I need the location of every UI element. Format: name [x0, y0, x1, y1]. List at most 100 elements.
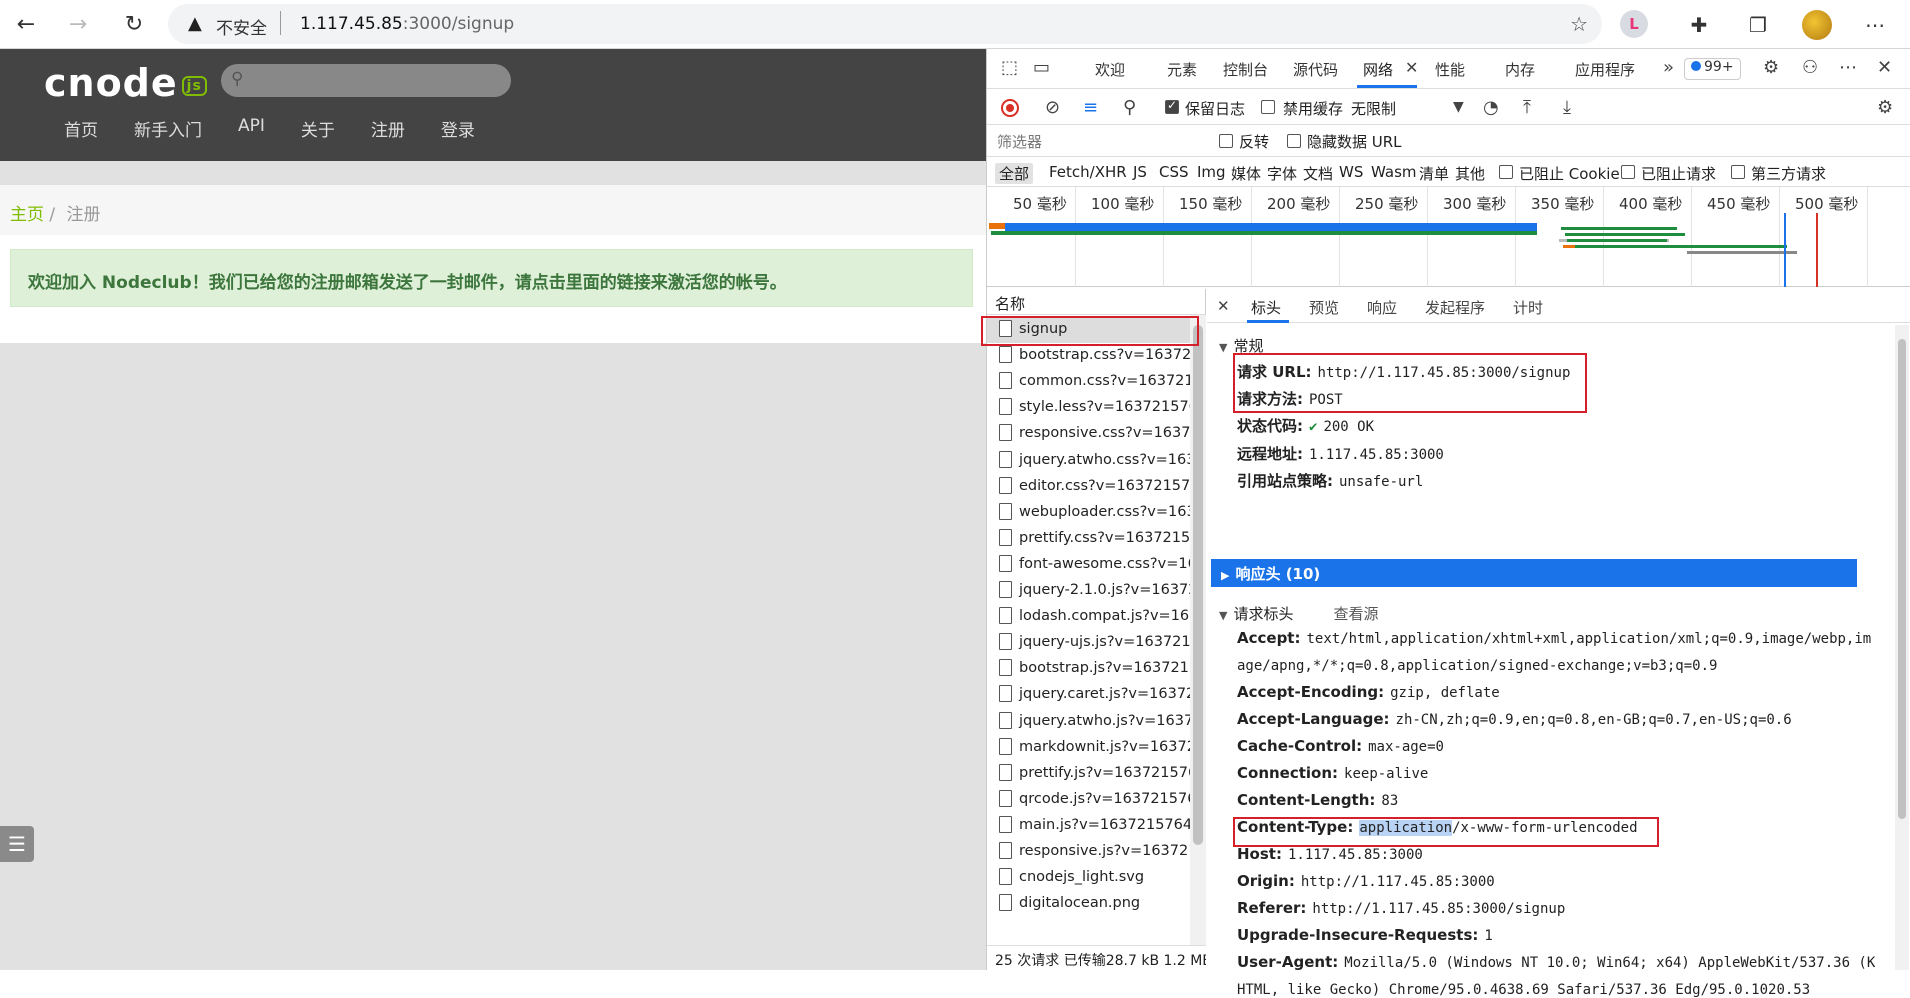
request-row[interactable]: bootstrap.css?v=1637215764643 — [987, 343, 1190, 369]
request-headers-header[interactable]: ▼ 请求标头 查看源 — [1219, 603, 1379, 624]
tab-welcome[interactable]: 欢迎 — [1095, 59, 1125, 80]
chevron-down-icon[interactable]: ▼ — [1453, 99, 1464, 115]
type-media[interactable]: 媒体 — [1231, 163, 1261, 184]
favorite-star-icon[interactable]: ☆ — [1570, 12, 1588, 36]
close-devtools-icon[interactable]: ✕ — [1877, 57, 1892, 78]
disable-cache-checkbox[interactable] — [1261, 100, 1275, 114]
tab-performance[interactable]: 性能 — [1435, 59, 1465, 80]
nav-home[interactable]: 首页 — [64, 116, 98, 141]
request-row[interactable]: style.less?v=1637215764643 — [987, 395, 1190, 421]
record-icon[interactable] — [1001, 99, 1019, 117]
request-list-scrollbar[interactable] — [1190, 315, 1206, 955]
request-row[interactable]: webuploader.css?v=1637215764643 — [987, 500, 1190, 526]
type-manifest[interactable]: 清单 — [1419, 163, 1449, 184]
close-tab-icon[interactable]: ✕ — [1405, 58, 1418, 77]
type-js[interactable]: JS — [1133, 163, 1147, 181]
third-party-checkbox[interactable] — [1731, 165, 1745, 179]
request-row[interactable]: jquery-2.1.0.js?v=1637215764643 — [987, 578, 1190, 604]
type-fetch-xhr[interactable]: Fetch/XHR — [1049, 163, 1127, 181]
request-row[interactable]: jquery.caret.js?v=1637215764643 — [987, 682, 1190, 708]
user-avatar[interactable] — [1802, 10, 1832, 40]
network-overview[interactable]: 50 毫秒 100 毫秒 150 毫秒 200 毫秒 250 毫秒 300 毫秒… — [987, 187, 1910, 287]
type-img[interactable]: Img — [1197, 163, 1226, 181]
invert-checkbox[interactable] — [1219, 134, 1233, 148]
site-logo[interactable]: cnode js — [44, 61, 207, 105]
feedback-icon[interactable]: ⚇ — [1802, 57, 1818, 78]
tab-network[interactable]: 网络 — [1363, 59, 1393, 80]
request-row[interactable]: lodash.compat.js?v=1637215764643 — [987, 604, 1190, 630]
nav-login[interactable]: 登录 — [441, 116, 475, 141]
tab-timing[interactable]: 计时 — [1513, 297, 1543, 318]
device-emulation-icon[interactable]: ▭ — [1033, 57, 1050, 78]
request-row[interactable]: editor.css?v=1637215764643 — [987, 474, 1190, 500]
settings-gear-icon[interactable]: ⚙ — [1763, 57, 1779, 78]
extensions-puzzle-icon[interactable]: ✚ — [1684, 10, 1714, 40]
inspect-element-icon[interactable]: ⬚ — [1001, 57, 1018, 78]
type-ws[interactable]: WS — [1339, 163, 1363, 181]
breadcrumb-home[interactable]: 主页 — [10, 205, 44, 225]
request-row[interactable]: responsive.css?v=1637215764643 — [987, 421, 1190, 447]
import-har-icon[interactable]: ⤒ — [1523, 97, 1531, 118]
address-bar[interactable]: ▲ 不安全 1.117.45.85:3000/signup ☆ — [168, 4, 1602, 44]
hide-data-url-checkbox[interactable] — [1287, 134, 1301, 148]
nav-getstart[interactable]: 新手入门 — [134, 116, 202, 141]
response-headers-header[interactable]: ▶ 响应头 (10) — [1211, 559, 1857, 587]
type-wasm[interactable]: Wasm — [1371, 163, 1417, 181]
request-row[interactable]: markdownit.js?v=1637215764643 — [987, 735, 1190, 761]
nav-about[interactable]: 关于 — [301, 116, 335, 141]
type-doc[interactable]: 文档 — [1303, 163, 1333, 184]
request-row[interactable]: cnodejs_light.svg — [987, 865, 1190, 891]
request-row[interactable]: prettify.css?v=1637215764643 — [987, 526, 1190, 552]
list-toggle-icon[interactable]: ☰ — [0, 826, 34, 862]
tab-sources[interactable]: 源代码 — [1293, 59, 1338, 80]
preserve-log-checkbox[interactable] — [1165, 98, 1179, 114]
tab-elements[interactable]: 元素 — [1167, 59, 1197, 80]
network-conditions-icon[interactable]: ◔ — [1483, 97, 1499, 118]
tab-memory[interactable]: 内存 — [1505, 59, 1535, 80]
type-all[interactable]: 全部 — [995, 163, 1034, 184]
site-search-input[interactable]: ⚲ — [221, 64, 511, 97]
more-menu-icon[interactable]: ⋯ — [1860, 10, 1890, 40]
nav-api[interactable]: API — [238, 116, 265, 141]
request-row[interactable]: font-awesome.css?v=1637215764643 — [987, 552, 1190, 578]
request-row[interactable]: jquery.atwho.css?v=1637215764643 — [987, 448, 1190, 474]
filter-icon[interactable]: ≡ — [1083, 97, 1098, 118]
request-row[interactable]: digitalocean.png — [987, 891, 1190, 917]
url-text[interactable]: 1.117.45.85:3000/signup — [300, 14, 514, 34]
close-details-icon[interactable]: ✕ — [1217, 297, 1230, 315]
request-row[interactable]: responsive.js?v=1637215764643 — [987, 839, 1190, 865]
refresh-icon[interactable]: ↻ — [116, 8, 152, 40]
type-css[interactable]: CSS — [1159, 163, 1189, 181]
issues-badge[interactable]: 99+ — [1684, 58, 1741, 80]
view-source-link[interactable]: 查看源 — [1333, 605, 1378, 623]
tab-response[interactable]: 响应 — [1367, 297, 1397, 318]
type-other[interactable]: 其他 — [1455, 163, 1485, 184]
clear-icon[interactable]: ⊘ — [1045, 97, 1060, 118]
network-settings-icon[interactable]: ⚙ — [1877, 97, 1893, 118]
tab-application[interactable]: 应用程序 — [1575, 59, 1635, 80]
request-row[interactable]: jquery.atwho.js?v=1637215764643 — [987, 709, 1190, 735]
blocked-requests-checkbox[interactable] — [1621, 165, 1635, 179]
back-arrow-icon[interactable]: ← — [8, 8, 44, 40]
throttle-select[interactable]: 无限制 — [1347, 95, 1447, 119]
tab-initiator[interactable]: 发起程序 — [1425, 297, 1485, 318]
nav-signup[interactable]: 注册 — [371, 116, 405, 141]
request-row[interactable]: bootstrap.js?v=1637215764643 — [987, 656, 1190, 682]
more-options-icon[interactable]: ⋯ — [1839, 57, 1857, 78]
tab-preview[interactable]: 预览 — [1309, 297, 1339, 318]
tab-headers[interactable]: 标头 — [1251, 297, 1281, 318]
forward-arrow-icon[interactable]: → — [60, 8, 96, 40]
request-row[interactable]: common.css?v=1637215764643 — [987, 369, 1190, 395]
request-row[interactable]: jquery-ujs.js?v=1637215764643 — [987, 630, 1190, 656]
request-row[interactable]: prettify.js?v=1637215764643 — [987, 761, 1190, 787]
tab-console[interactable]: 控制台 — [1223, 59, 1268, 80]
request-row[interactable]: main.js?v=1637215764643 — [987, 813, 1190, 839]
search-icon[interactable]: ⚲ — [1123, 97, 1136, 118]
name-column-header[interactable]: 名称 — [987, 289, 1206, 315]
blocked-cookies-checkbox[interactable] — [1499, 165, 1513, 179]
request-row[interactable]: qrcode.js?v=1637215764643 — [987, 787, 1190, 813]
collections-icon[interactable]: ❐ — [1743, 10, 1773, 40]
details-scrollbar[interactable] — [1895, 325, 1909, 970]
profile-badge[interactable]: L — [1620, 10, 1648, 38]
filter-input[interactable]: 筛选器 — [997, 131, 1187, 153]
